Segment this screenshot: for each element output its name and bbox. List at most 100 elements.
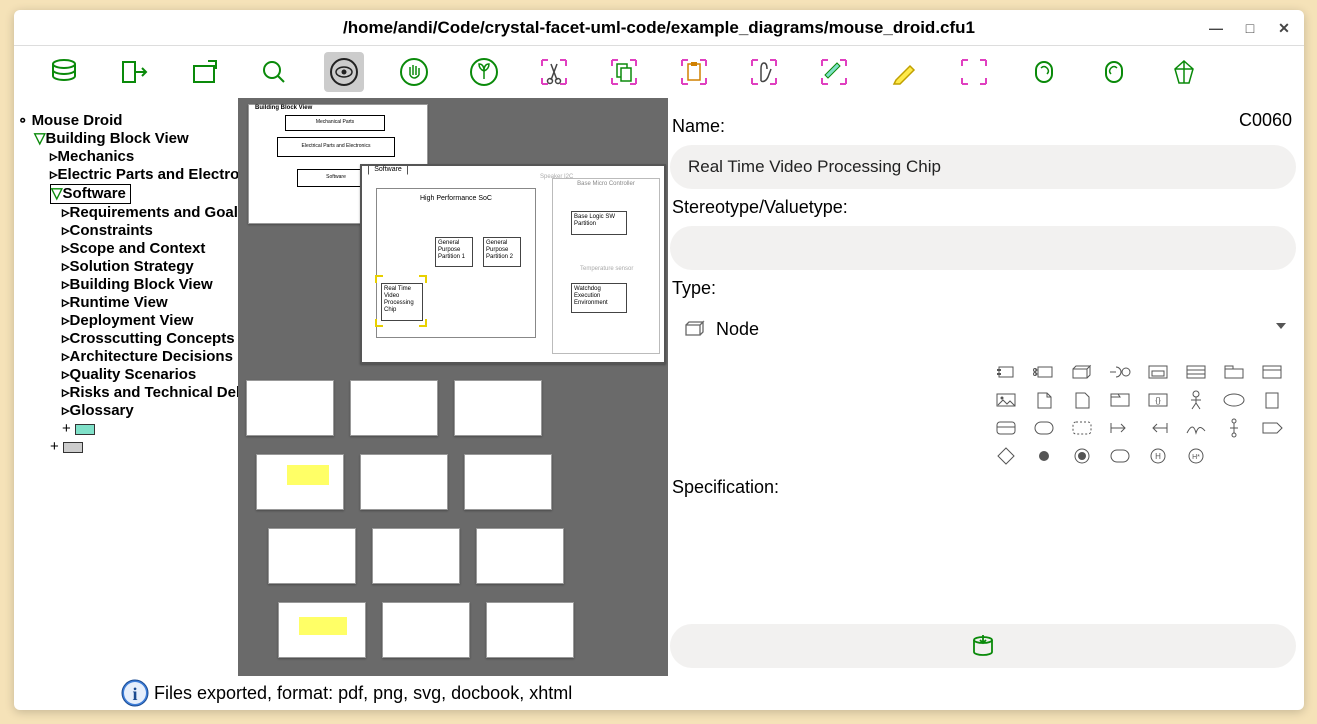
tree-electric[interactable]: ▹Electric Parts and Electronics (14, 166, 238, 184)
thumb-10[interactable] (278, 602, 366, 658)
cut-icon[interactable] (534, 52, 574, 92)
status-message: Files exported, format: pdf, png, svg, d… (154, 683, 572, 704)
tree-software[interactable]: ▽Software (50, 184, 131, 204)
tree-requirements[interactable]: ▹Requirements and Goals (14, 204, 238, 222)
database-icon[interactable] (44, 52, 84, 92)
palette-roundrect-icon[interactable] (1026, 415, 1062, 441)
tree-panel: ∘ Mouse Droid ▽Building Block View ▹Mech… (14, 98, 238, 676)
database-save-icon (969, 632, 997, 660)
tree-glossary[interactable]: ▹Glossary (14, 402, 238, 420)
crystal-icon[interactable] (1164, 52, 1204, 92)
tree-new-sibling[interactable]: + (14, 438, 238, 456)
name-label: Name: (672, 116, 1296, 137)
palette-initial-icon[interactable] (1026, 443, 1062, 469)
tree-bbv[interactable]: ▹Building Block View (14, 276, 238, 294)
palette-file-icon[interactable] (1064, 387, 1100, 413)
palette-node-icon[interactable] (1064, 359, 1100, 385)
block-rtv[interactable]: Real Time Video Processing Chip (381, 283, 423, 321)
maximize-button[interactable]: □ (1234, 14, 1266, 42)
thumb-11[interactable] (382, 602, 470, 658)
export-icon[interactable] (114, 52, 154, 92)
minimize-button[interactable]: — (1200, 14, 1232, 42)
palette-final-icon[interactable] (1064, 443, 1100, 469)
main-diagram[interactable]: Software High Performance SoC General Pu… (360, 164, 666, 364)
block-gp1[interactable]: General Purpose Partition 1 (435, 237, 473, 267)
titlebar: /home/andi/Code/crystal-facet-uml-code/e… (14, 10, 1304, 46)
palette-boundary-icon[interactable] (1254, 387, 1290, 413)
thumb-6[interactable] (464, 454, 552, 510)
block-gp2[interactable]: General Purpose Partition 2 (483, 237, 521, 267)
main-window: /home/andi/Code/crystal-facet-uml-code/e… (14, 10, 1304, 710)
palette-constraint-icon[interactable]: {} (1140, 387, 1176, 413)
highlight-icon[interactable] (884, 52, 924, 92)
thumb-2[interactable] (350, 380, 438, 436)
palette-package-icon[interactable] (1216, 359, 1252, 385)
canvas-area[interactable]: Building Block View Mechanical Parts Ele… (238, 98, 668, 676)
palette-receive-icon[interactable] (1140, 415, 1176, 441)
tree-solution[interactable]: ▹Solution Strategy (14, 258, 238, 276)
palette-interface-req-icon[interactable] (1102, 359, 1138, 385)
tree-arch-dec[interactable]: ▹Architecture Decisions (14, 348, 238, 366)
tree-root[interactable]: ∘ Mouse Droid (14, 112, 238, 130)
search-icon[interactable] (254, 52, 294, 92)
thumb-5[interactable] (360, 454, 448, 510)
palette-frame-icon[interactable] (1102, 387, 1138, 413)
new-window-icon[interactable] (184, 52, 224, 92)
undo-icon[interactable] (1024, 52, 1064, 92)
redo-icon[interactable] (1094, 52, 1134, 92)
palette-history-icon[interactable]: H (1140, 443, 1176, 469)
palette-activity-icon[interactable] (1064, 415, 1100, 441)
palette-usecase-icon[interactable] (1216, 387, 1252, 413)
thumb-8[interactable] (372, 528, 460, 584)
view-eye-icon[interactable] (324, 52, 364, 92)
palette-block-icon[interactable] (988, 359, 1024, 385)
palette-state-icon[interactable] (988, 415, 1024, 441)
tree-mechanics[interactable]: ▹Mechanics (14, 148, 238, 166)
paste-icon[interactable] (674, 52, 714, 92)
thumb-9[interactable] (476, 528, 564, 584)
palette-image-icon[interactable] (988, 387, 1024, 413)
tree-risks[interactable]: ▹Risks and Technical Debts (14, 384, 238, 402)
stereotype-field[interactable] (670, 226, 1296, 270)
type-dropdown[interactable]: Node (670, 307, 1296, 351)
palette-signal-icon[interactable] (1178, 415, 1214, 441)
palette-component-icon[interactable] (1026, 359, 1062, 385)
thumb-12[interactable] (486, 602, 574, 658)
palette-actor-icon[interactable] (1178, 387, 1214, 413)
instantiate-icon[interactable] (814, 52, 854, 92)
close-button[interactable]: ✕ (1268, 14, 1300, 42)
tree-deployment[interactable]: ▹Deployment View (14, 312, 238, 330)
delete-icon[interactable] (744, 52, 784, 92)
thumb-1[interactable] (246, 380, 334, 436)
commit-button[interactable] (670, 624, 1296, 668)
tree-scope[interactable]: ▹Scope and Context (14, 240, 238, 258)
thumb-4[interactable] (256, 454, 344, 510)
palette-object-icon[interactable] (1254, 359, 1290, 385)
main-area: ∘ Mouse Droid ▽Building Block View ▹Mech… (14, 98, 1304, 676)
palette-send-icon[interactable] (1102, 415, 1138, 441)
palette-decision-icon[interactable] (988, 443, 1024, 469)
palette-deep-history-icon[interactable]: H* (1178, 443, 1214, 469)
palette-part-icon[interactable] (1140, 359, 1176, 385)
tree-quality[interactable]: ▹Quality Scenarios (14, 366, 238, 384)
reset-selection-icon[interactable] (954, 52, 994, 92)
thumb-7[interactable] (268, 528, 356, 584)
tree-building-block[interactable]: ▽Building Block View (14, 130, 238, 148)
thumb-3[interactable] (454, 380, 542, 436)
palette-shallow-history-icon[interactable] (1102, 443, 1138, 469)
palette-fork-icon[interactable] (1216, 415, 1252, 441)
tree-runtime[interactable]: ▹Runtime View (14, 294, 238, 312)
tree-new-child[interactable]: + (14, 420, 238, 438)
name-field[interactable]: Real Time Video Processing Chip (670, 145, 1296, 189)
palette-note-icon[interactable] (1026, 387, 1062, 413)
block-wde[interactable]: Watchdog Execution Environment (571, 283, 627, 313)
hand-icon[interactable] (394, 52, 434, 92)
palette-class-icon[interactable] (1178, 359, 1214, 385)
copy-icon[interactable] (604, 52, 644, 92)
palette-accept-icon[interactable] (1254, 415, 1290, 441)
svg-text:H: H (1155, 452, 1161, 461)
tree-crosscutting[interactable]: ▹Crosscutting Concepts (14, 330, 238, 348)
tree-constraints[interactable]: ▹Constraints (14, 222, 238, 240)
block-blsw[interactable]: Base Logic SW Partition (571, 211, 627, 235)
plant-icon[interactable] (464, 52, 504, 92)
